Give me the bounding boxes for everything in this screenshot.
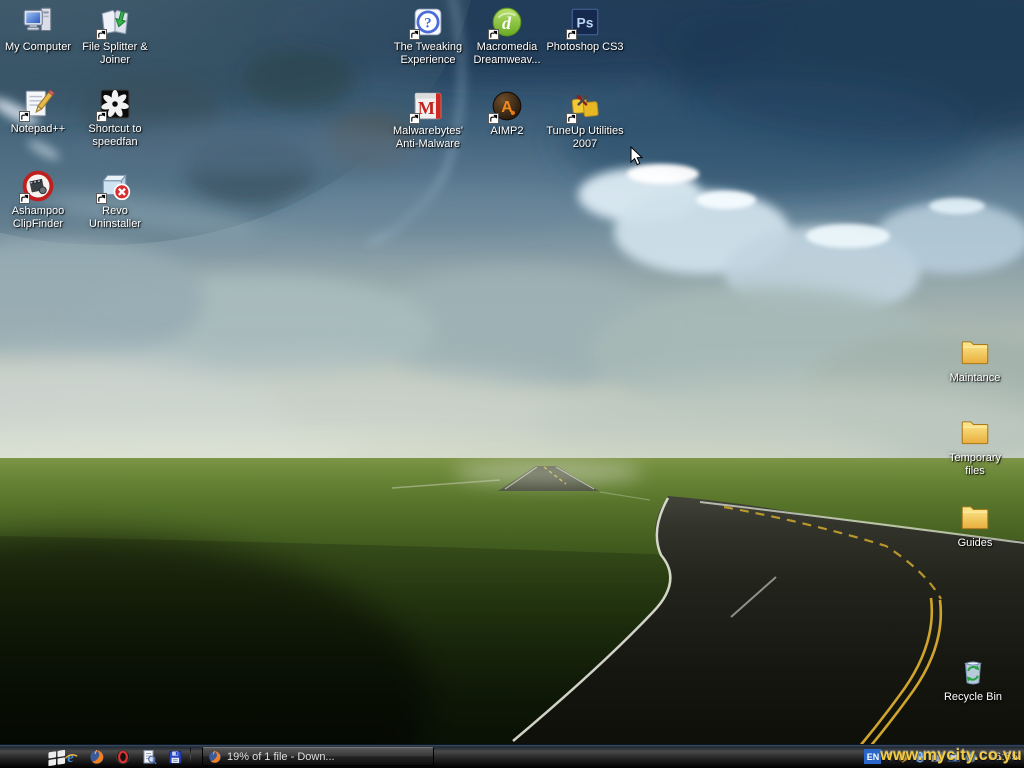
shortcut-arrow-icon <box>96 111 107 122</box>
taskbar-separator <box>190 748 191 765</box>
icon-label: Macromedia Dreamweav... <box>473 41 541 66</box>
icon-label: Guides <box>957 537 993 549</box>
quick-launch-bar: e <box>62 745 184 768</box>
folder-icon <box>958 333 992 370</box>
desktop-icon-revo-uninstaller[interactable]: Revo Uninstaller <box>77 166 153 231</box>
desktop-icon-tuneup-utilities-2007[interactable]: TuneUp Utilities 2007 <box>539 86 631 151</box>
quicklaunch-document-magnifier[interactable] <box>140 748 158 766</box>
shortcut-arrow-icon <box>488 29 499 40</box>
opera-icon <box>116 749 130 764</box>
taskbar: e 19% of 1 file - Down... EN 16:55 <box>0 744 1024 768</box>
mouse-cursor <box>630 145 644 171</box>
quicklaunch-opera[interactable] <box>114 748 132 766</box>
icon-label: File Splitter & Joiner <box>82 41 148 66</box>
desktop-icon-macromedia-dreamweaver[interactable]: d Macromedia Dreamweav... <box>468 2 546 67</box>
shortcut-arrow-icon <box>96 193 107 204</box>
icon-label: Temporary files <box>949 452 1001 477</box>
desktop-icon-temporary-files[interactable]: Temporary files <box>939 413 1011 478</box>
icon-label: Notepad++ <box>10 123 66 135</box>
photoshop-icon: Ps <box>566 2 602 40</box>
clipfinder-icon <box>19 166 55 204</box>
svg-text:e: e <box>67 750 74 765</box>
desktop-icon-the-tweaking-experience[interactable]: ? The Tweaking Experience <box>386 2 470 67</box>
desktop-icon-photoshop-cs3[interactable]: Ps Photoshop CS3 <box>541 2 629 54</box>
firefox-icon <box>90 749 104 764</box>
desktop-icon-ashampoo-clipfinder[interactable]: Ashampoo ClipFinder <box>0 166 76 231</box>
svg-text:M: M <box>418 98 435 118</box>
firefox-icon <box>208 750 222 764</box>
desktop-icon-file-splitter-joiner[interactable]: File Splitter & Joiner <box>75 2 155 67</box>
icon-label: TuneUp Utilities 2007 <box>546 125 624 150</box>
icon-label: Revo Uninstaller <box>89 205 141 230</box>
recycle-bin-icon <box>956 652 990 689</box>
icon-label: Ashampoo ClipFinder <box>11 205 65 230</box>
malwarebytes-icon: M <box>409 86 445 124</box>
desktop-icon-aimp2[interactable]: A AIMP2 <box>469 86 545 138</box>
icon-label: My Computer <box>4 41 72 53</box>
svg-text:?: ? <box>424 15 431 31</box>
icon-label: Shortcut to speedfan <box>88 123 142 148</box>
icon-label: Malwarebytes' Anti-Malware <box>393 125 463 150</box>
shortcut-arrow-icon <box>488 113 499 124</box>
desktop-icon-maintance[interactable]: Maintance <box>936 333 1014 385</box>
desktop-icon-notepad-plus-plus[interactable]: Notepad++ <box>0 84 76 136</box>
dreamweaver-icon: d <box>488 2 524 40</box>
quicklaunch-firefox[interactable] <box>88 748 106 766</box>
desktop-icon-guides[interactable]: Guides <box>937 498 1013 550</box>
ie-icon: e <box>64 750 78 765</box>
language-indicator[interactable]: EN <box>864 749 882 764</box>
desktop-icon-recycle-bin[interactable]: Recycle Bin <box>934 652 1012 704</box>
floppy-icon <box>169 750 182 763</box>
desktop-icon-malwarebytes-anti-malware[interactable]: M Malwarebytes' Anti-Malware <box>386 86 470 151</box>
shortcut-arrow-icon <box>409 113 420 124</box>
desktop-icon-shortcut-to-speedfan[interactable]: Shortcut to speedfan <box>77 84 153 149</box>
quicklaunch-floppy-save[interactable] <box>166 748 184 766</box>
icon-label: Photoshop CS3 <box>546 41 624 53</box>
notepad-pencil-icon <box>19 84 55 122</box>
desktop[interactable]: My Computer File Splitter & Joiner Notep… <box>0 0 1024 768</box>
icon-label: Maintance <box>949 372 1001 384</box>
revo-box-icon <box>96 166 132 204</box>
shortcut-arrow-icon <box>566 29 577 40</box>
icon-label: The Tweaking Experience <box>393 41 463 66</box>
shortcut-arrow-icon <box>19 111 30 122</box>
shortcut-arrow-icon <box>96 29 107 40</box>
doc-magnifier-icon <box>143 749 157 764</box>
folder-icon <box>958 413 992 450</box>
tuneup-icon <box>566 86 602 124</box>
question-badge-icon: ? <box>409 2 445 40</box>
shortcut-arrow-icon <box>566 113 577 124</box>
svg-text:d: d <box>502 13 512 33</box>
quicklaunch-internet-explorer[interactable]: e <box>62 748 80 766</box>
icon-label: AIMP2 <box>490 125 524 137</box>
desktop-icon-my-computer[interactable]: My Computer <box>0 2 76 54</box>
book-split-icon <box>96 2 132 40</box>
watermark: www.mycity.co.yu <box>880 747 1022 764</box>
my-computer-icon <box>21 2 55 39</box>
fan-icon <box>96 84 132 122</box>
task-button-download[interactable]: 19% of 1 file - Down... <box>202 747 434 766</box>
task-button-label: 19% of 1 file - Down... <box>227 750 335 763</box>
shortcut-arrow-icon <box>19 193 30 204</box>
svg-text:Ps: Ps <box>577 14 594 30</box>
shortcut-arrow-icon <box>409 29 420 40</box>
icon-label: Recycle Bin <box>943 691 1003 703</box>
aimp-icon: A <box>488 86 524 124</box>
folder-icon <box>958 498 992 535</box>
